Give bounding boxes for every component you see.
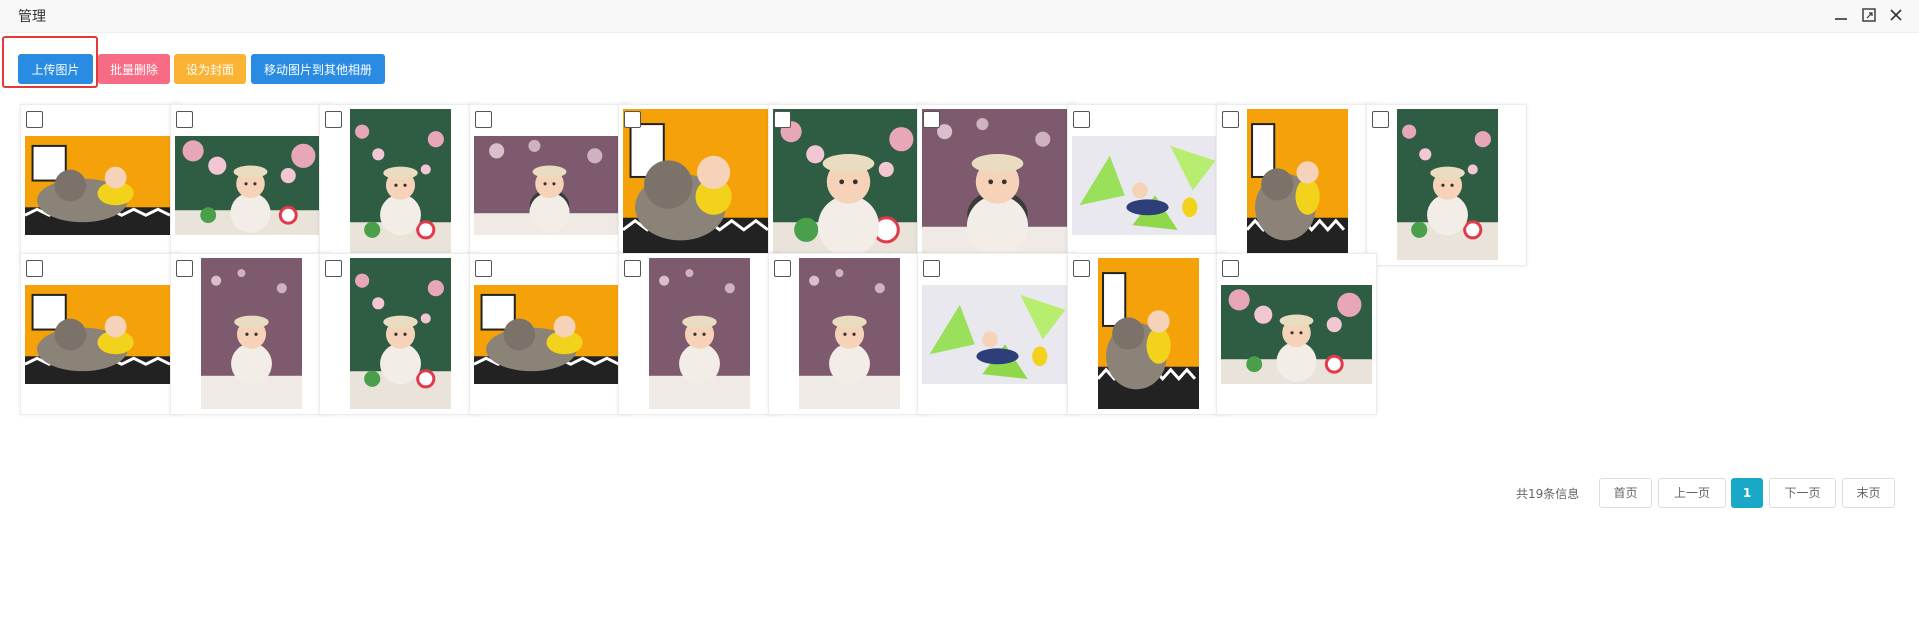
photo-checkbox[interactable]	[176, 111, 193, 128]
photo-checkbox[interactable]	[26, 111, 43, 128]
photo-checkbox[interactable]	[325, 260, 342, 277]
photo-checkbox[interactable]	[1372, 111, 1389, 128]
photo-thumbnail[interactable]	[1072, 136, 1223, 235]
photo-card[interactable]	[1067, 104, 1228, 266]
photo-checkbox[interactable]	[26, 260, 43, 277]
photo-checkbox[interactable]	[1222, 260, 1239, 277]
photo-card[interactable]	[1216, 253, 1377, 415]
first-page-button[interactable]: 首页	[1599, 478, 1652, 508]
photo-thumbnail[interactable]	[474, 285, 625, 384]
photo-card[interactable]	[917, 253, 1078, 415]
photo-card[interactable]	[1067, 253, 1228, 415]
photo-thumbnail[interactable]	[623, 109, 774, 260]
photo-checkbox[interactable]	[624, 111, 641, 128]
window-titlebar: 管理	[0, 0, 1919, 33]
photo-card[interactable]	[1216, 104, 1377, 266]
photo-card[interactable]	[1366, 104, 1527, 266]
photo-thumbnail[interactable]	[1098, 258, 1199, 409]
photo-card[interactable]	[917, 104, 1078, 266]
photo-checkbox[interactable]	[774, 111, 791, 128]
minimize-icon[interactable]	[1832, 6, 1850, 24]
photo-checkbox[interactable]	[923, 260, 940, 277]
pagination-total: 共19条信息	[1516, 487, 1580, 501]
photo-thumbnail[interactable]	[773, 109, 924, 260]
photo-thumbnail[interactable]	[350, 258, 451, 409]
photo-card[interactable]	[170, 104, 331, 266]
photo-thumbnail[interactable]	[1247, 109, 1348, 260]
photo-thumbnail[interactable]	[922, 285, 1073, 384]
pagination: 共19条信息 首页 上一页 1 下一页 末页	[0, 478, 1919, 508]
photo-checkbox[interactable]	[176, 260, 193, 277]
batch-delete-button[interactable]: 批量删除	[98, 54, 170, 84]
photo-thumbnail[interactable]	[25, 136, 176, 235]
photo-thumbnail[interactable]	[474, 136, 625, 235]
photo-card[interactable]	[319, 104, 480, 266]
photo-checkbox[interactable]	[325, 111, 342, 128]
photo-card[interactable]	[20, 253, 181, 415]
photo-thumbnail[interactable]	[799, 258, 900, 409]
photo-card[interactable]	[469, 104, 630, 266]
set-cover-button[interactable]: 设为封面	[174, 54, 246, 84]
photo-thumbnail[interactable]	[350, 109, 451, 260]
photo-card[interactable]	[20, 104, 181, 266]
last-page-button[interactable]: 末页	[1842, 478, 1895, 508]
window-title: 管理	[18, 9, 46, 25]
photo-thumbnail[interactable]	[25, 285, 176, 384]
photo-checkbox[interactable]	[624, 260, 641, 277]
photo-thumbnail[interactable]	[649, 258, 750, 409]
close-icon[interactable]	[1887, 6, 1905, 24]
photo-thumbnail[interactable]	[201, 258, 302, 409]
prev-page-button[interactable]: 上一页	[1658, 478, 1726, 508]
photo-card[interactable]	[618, 104, 779, 266]
upload-image-button[interactable]: 上传图片	[18, 54, 93, 84]
move-to-album-button[interactable]: 移动图片到其他相册	[251, 54, 385, 84]
photo-thumbnail[interactable]	[175, 136, 326, 235]
photo-checkbox[interactable]	[1222, 111, 1239, 128]
maximize-icon[interactable]	[1860, 6, 1878, 24]
photo-card[interactable]	[768, 253, 929, 415]
photo-thumbnail[interactable]	[1397, 109, 1498, 260]
photo-thumbnail[interactable]	[922, 109, 1073, 260]
photo-card[interactable]	[768, 104, 929, 266]
photo-thumbnail[interactable]	[1221, 285, 1372, 384]
photo-card[interactable]	[319, 253, 480, 415]
photo-card[interactable]	[469, 253, 630, 415]
photo-checkbox[interactable]	[774, 260, 791, 277]
next-page-button[interactable]: 下一页	[1769, 478, 1836, 508]
photo-checkbox[interactable]	[475, 111, 492, 128]
photo-checkbox[interactable]	[923, 111, 940, 128]
photo-checkbox[interactable]	[475, 260, 492, 277]
page-1-button[interactable]: 1	[1731, 478, 1763, 508]
photo-card[interactable]	[618, 253, 779, 415]
photo-checkbox[interactable]	[1073, 260, 1090, 277]
photo-checkbox[interactable]	[1073, 111, 1090, 128]
photo-card[interactable]	[170, 253, 331, 415]
